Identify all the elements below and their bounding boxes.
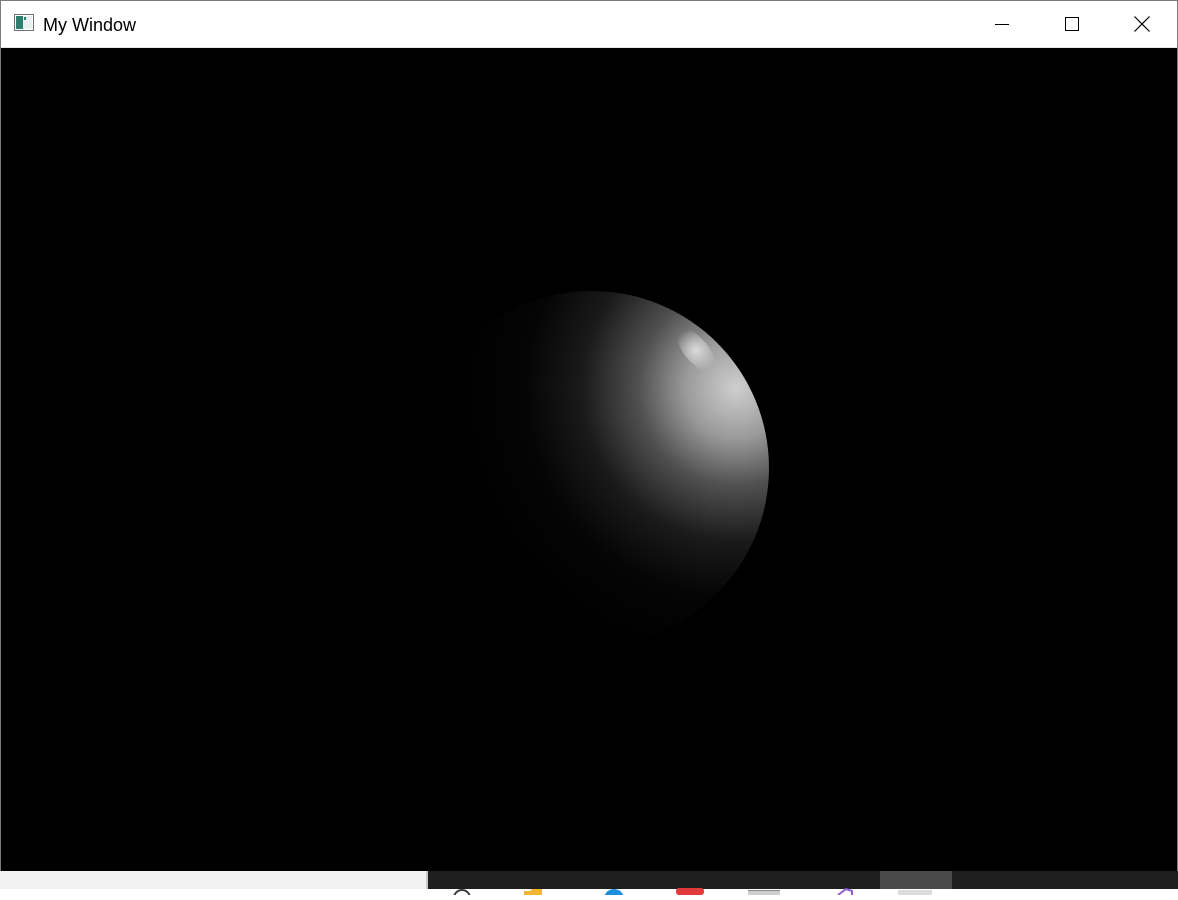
- visual-studio-icon[interactable]: [832, 882, 856, 896]
- app-window-icon: [14, 14, 34, 31]
- window-title: My Window: [43, 15, 137, 35]
- app-red-icon[interactable]: [676, 882, 704, 895]
- maximize-button[interactable]: [1037, 1, 1107, 47]
- taskbar-active-item[interactable]: [880, 871, 952, 895]
- app-window: My Window: [0, 0, 1178, 872]
- close-button[interactable]: [1107, 1, 1177, 47]
- render-canvas[interactable]: [1, 48, 1177, 871]
- maximize-icon: [1065, 17, 1079, 31]
- shaded-sphere: [415, 291, 769, 645]
- title-bar[interactable]: My Window: [1, 1, 1177, 48]
- scene: [415, 291, 769, 645]
- file-explorer-icon[interactable]: [522, 882, 546, 895]
- app-gray-icon[interactable]: [748, 882, 780, 895]
- active-window-icon: [898, 882, 932, 895]
- edge-icon[interactable]: [602, 882, 626, 900]
- minimize-button[interactable]: [967, 1, 1037, 47]
- taskbar: [0, 871, 1178, 900]
- taskbar-search-box[interactable]: [0, 871, 428, 889]
- close-icon: [1134, 16, 1150, 32]
- search-icon[interactable]: [450, 882, 474, 900]
- minimize-icon: [995, 17, 1009, 31]
